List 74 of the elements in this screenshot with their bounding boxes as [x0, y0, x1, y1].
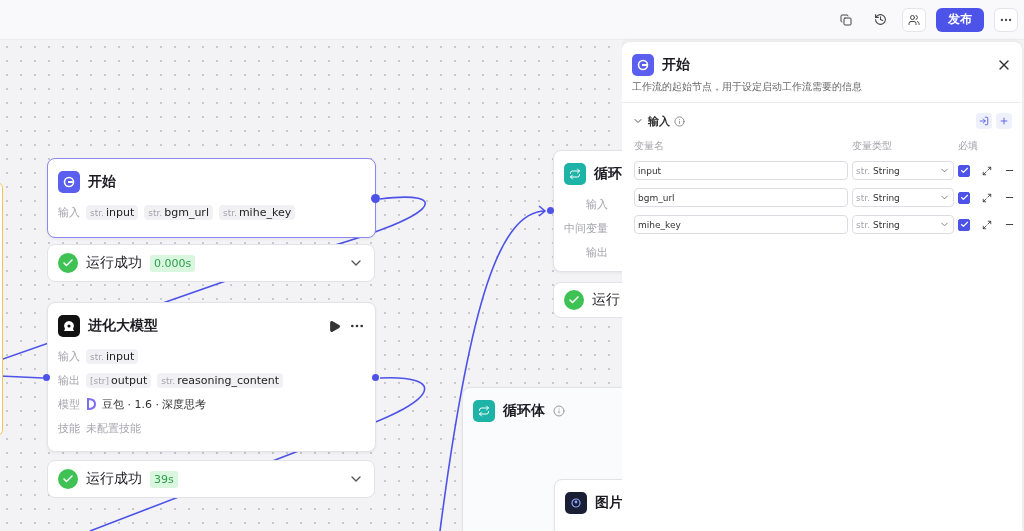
variable-name-field[interactable]: bgm_url — [634, 188, 848, 207]
success-icon — [564, 290, 584, 310]
required-checkbox[interactable] — [958, 191, 970, 204]
type-select[interactable]: str. String — [852, 161, 954, 180]
empty-value: 未配置技能 — [86, 420, 141, 436]
input-port[interactable] — [547, 207, 554, 214]
row-label: 模型 — [58, 396, 80, 412]
input-port[interactable] — [43, 374, 50, 381]
model-node-icon — [58, 315, 80, 337]
run-time: 0.000s — [150, 254, 196, 272]
node-title: 进化大模型 — [88, 317, 158, 335]
run-icon[interactable] — [328, 319, 341, 333]
publish-button[interactable]: 发布 — [936, 7, 984, 32]
status-text: 运行 — [592, 291, 620, 309]
variable-tag: str. input — [86, 204, 139, 220]
required-checkbox[interactable] — [958, 164, 970, 177]
column-header: 必填 — [958, 139, 979, 153]
variable-tag: str. mihe_key — [218, 204, 296, 220]
run-status-bar[interactable]: 运行 — [553, 282, 622, 318]
image-node-icon — [565, 492, 587, 514]
column-header: 变量名 — [634, 139, 665, 153]
model-logo-icon — [86, 398, 96, 410]
run-status-bar[interactable]: 运行成功 0.000s — [47, 244, 375, 282]
section-title: 输入 — [648, 113, 670, 129]
run-status-bar[interactable]: 运行成功 39s — [47, 460, 375, 498]
variable-tag: str. reasoning_content — [157, 372, 284, 388]
import-icon — [979, 116, 989, 126]
expand-icon[interactable] — [982, 192, 992, 203]
info-icon[interactable] — [674, 115, 685, 127]
users-icon[interactable] — [902, 7, 926, 32]
start-node[interactable]: 开始 输入 str. input str. bgm_url str. mihe_key — [47, 158, 376, 238]
variable-tag: str. input — [86, 348, 139, 364]
run-time: 39s — [150, 470, 178, 488]
variable-name-field[interactable]: mihe_key — [634, 215, 848, 234]
node-title: 开始 — [88, 173, 116, 191]
import-button[interactable] — [976, 113, 992, 129]
llm-node[interactable]: 进化大模型 输入 str. input 输出 [str] output str. reasoning_content 模型 豆包 · 1.6 · 深度思考 技能 未配置技能 — [47, 302, 376, 452]
loop-icon — [564, 163, 586, 185]
panel-description: 工作流的起始节点，用于设定启动工作流需要的信息 — [622, 80, 1022, 103]
plus-icon — [999, 116, 1009, 126]
variable-tag: str. bgm_url — [144, 204, 213, 220]
expand-icon[interactable] — [982, 165, 992, 176]
row-label: 输出 — [58, 372, 80, 388]
success-icon — [58, 469, 78, 489]
node-title: 图片 — [595, 494, 622, 512]
status-text: 运行成功 — [86, 254, 142, 272]
status-text: 运行成功 — [86, 470, 142, 488]
expand-icon[interactable] — [982, 219, 992, 230]
row-label: 输入 — [585, 196, 608, 212]
connector-line — [0, 375, 44, 379]
output-port[interactable] — [371, 194, 380, 203]
type-select[interactable]: str. String — [852, 215, 954, 234]
loop-node[interactable]: 循环 输入 中间变量 输出 — [553, 150, 622, 272]
row-label: 输入 — [58, 204, 80, 220]
required-checkbox[interactable] — [958, 218, 970, 231]
success-icon — [58, 253, 78, 273]
variable-tag: [str] output — [86, 372, 152, 388]
image-node[interactable]: 图片 — [554, 479, 622, 531]
panel-title: 开始 — [662, 56, 691, 74]
row-label: 技能 — [58, 420, 80, 436]
type-select[interactable]: str. String — [852, 188, 954, 207]
row-label: 输出 — [585, 244, 608, 260]
start-node-icon — [58, 171, 80, 193]
loop-icon — [473, 400, 495, 422]
loop-body-node[interactable]: 循环体 图片 — [462, 387, 622, 531]
output-port[interactable] — [372, 374, 379, 381]
node-title: 循环 — [594, 165, 622, 183]
row-label: 中间变量 — [564, 220, 608, 236]
model-name: 豆包 · 1.6 · 深度思考 — [102, 396, 207, 412]
start-node-icon — [632, 54, 654, 76]
node-title: 循环体 — [503, 402, 545, 420]
column-header: 变量类型 — [852, 139, 893, 153]
row-label: 输入 — [58, 348, 80, 364]
variable-name-field[interactable]: input — [634, 161, 848, 180]
